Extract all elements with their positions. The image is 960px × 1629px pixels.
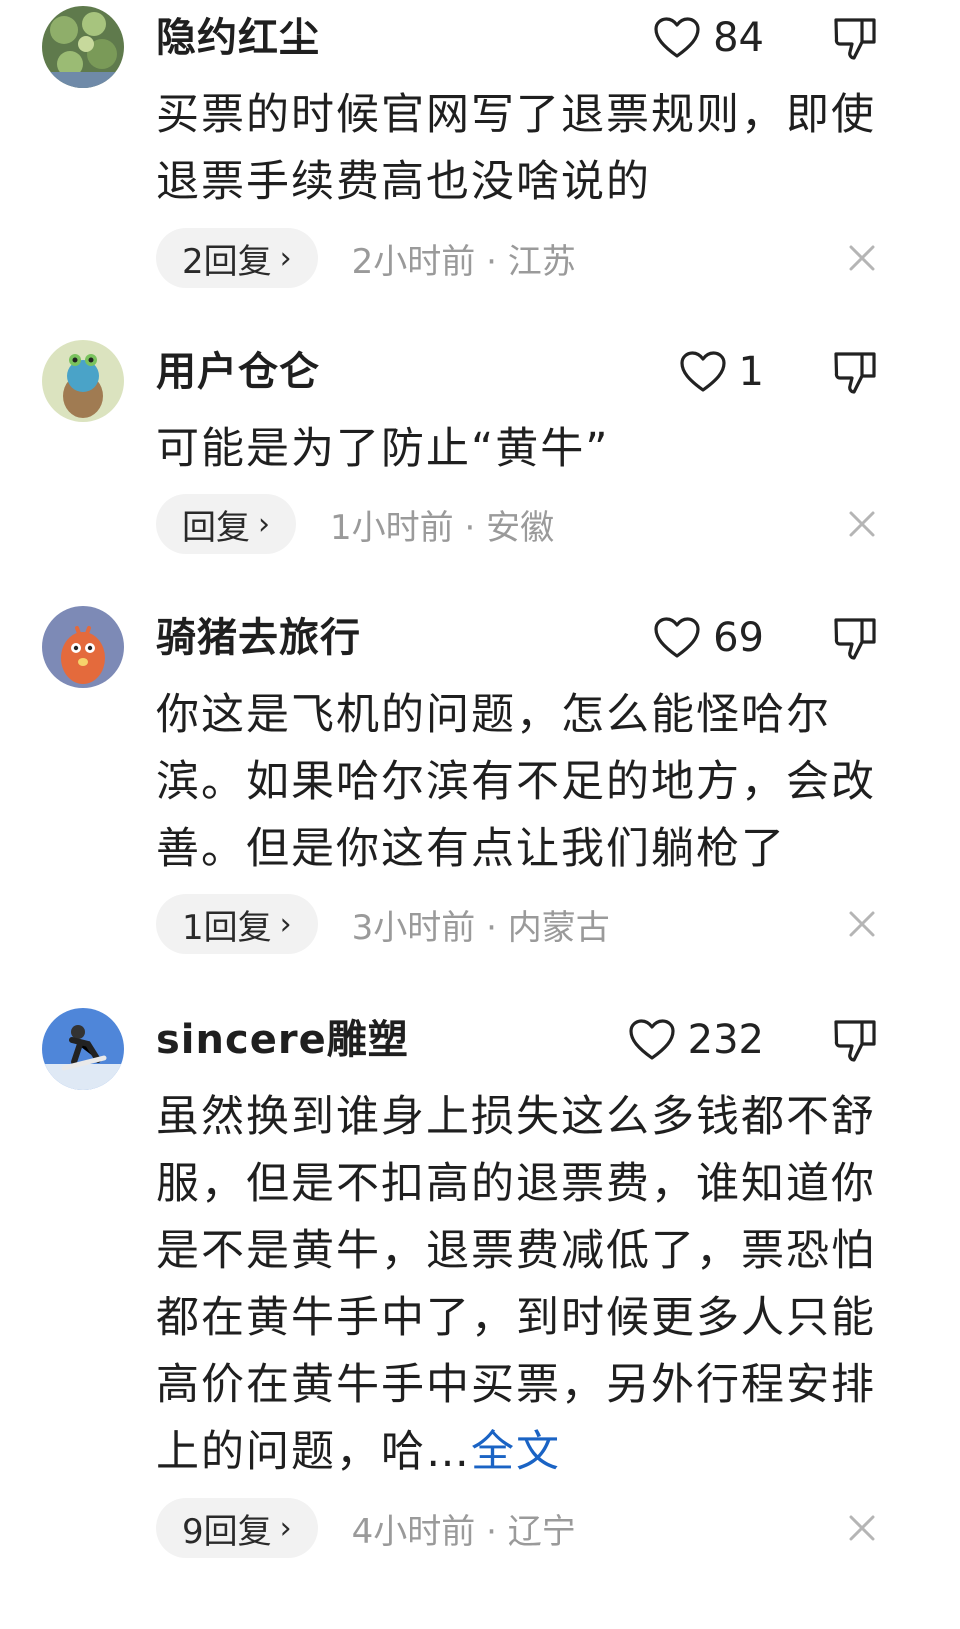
- heart-icon: [654, 17, 700, 58]
- comment-item: 骑猪去旅行 69 你这是飞机的问题，怎么能怪哈尔滨。如果哈尔滨有不足的地方，会改…: [0, 600, 960, 980]
- close-icon: [849, 911, 875, 937]
- like-count: 84: [713, 15, 764, 61]
- timestamp: 3小时前: [351, 907, 476, 948]
- location: 辽宁: [507, 1511, 576, 1552]
- reply-label: 9回复: [182, 1511, 272, 1552]
- avatar[interactable]: [42, 1008, 124, 1090]
- comment-item: 用户仓仑 1 可能是为了防止“黄牛” 回复 › 1小时前 · 安徽: [0, 334, 960, 574]
- heart-icon: [679, 351, 726, 392]
- timestamp: 1小时前: [330, 507, 454, 548]
- close-icon: [849, 511, 875, 537]
- time-location: 4小时前 · 辽宁: [352, 1504, 576, 1553]
- avatar[interactable]: [42, 606, 124, 688]
- comment-text: 买票的时候官网写了退票规则，即使退票手续费高也没啥说的: [156, 90, 876, 207]
- separator: ·: [475, 907, 508, 948]
- reply-label: 回复: [182, 507, 250, 548]
- thumbs-down-icon: [834, 618, 876, 660]
- thumbs-down-icon: [834, 352, 876, 394]
- bird-avatar-icon: [42, 606, 124, 688]
- reply-button[interactable]: 回复 ›: [156, 494, 296, 554]
- comment-text: 可能是为了防止“黄牛”: [156, 424, 610, 474]
- close-button[interactable]: [848, 1514, 876, 1542]
- dislike-button[interactable]: [832, 348, 880, 396]
- chevron-right-icon: ›: [279, 240, 292, 276]
- lily-pad-avatar-icon: [42, 6, 124, 88]
- full-text-link[interactable]: 全文: [471, 1427, 561, 1477]
- chevron-right-icon: ›: [258, 506, 270, 542]
- username[interactable]: 用户仓仑: [156, 346, 320, 398]
- like-button[interactable]: 232: [628, 1014, 764, 1066]
- comment-text-content: 虽然换到谁身上损失这么多钱都不舒服，但是不扣高的退票费，谁知道你是不是黄牛，退票…: [156, 1092, 876, 1477]
- comment-meta: 回复 › 1小时前 · 安徽: [156, 494, 554, 554]
- close-button[interactable]: [848, 510, 876, 538]
- comment-meta: 9回复 › 4小时前 · 辽宁: [156, 1498, 576, 1558]
- time-location: 1小时前 · 安徽: [330, 500, 554, 549]
- chevron-right-icon: ›: [279, 1510, 292, 1546]
- reply-button[interactable]: 9回复 ›: [156, 1498, 318, 1558]
- close-icon: [849, 245, 875, 271]
- avatar[interactable]: [42, 6, 124, 88]
- comment-meta: 2回复 › 2小时前 · 江苏: [156, 228, 576, 288]
- separator: ·: [475, 241, 508, 282]
- separator: ·: [475, 1511, 508, 1552]
- heart-icon: [629, 1019, 675, 1060]
- time-location: 2小时前 · 江苏: [352, 234, 576, 283]
- timestamp: 4小时前: [351, 1511, 476, 1552]
- like-button[interactable]: 84: [653, 12, 764, 64]
- location: 江苏: [507, 241, 576, 282]
- thumbs-down-icon: [834, 1020, 876, 1062]
- dislike-button[interactable]: [832, 614, 880, 662]
- timestamp: 2小时前: [351, 241, 476, 282]
- username[interactable]: 隐约红尘: [156, 12, 320, 64]
- username[interactable]: sincere雕塑: [156, 1014, 409, 1066]
- avatar[interactable]: [42, 340, 124, 422]
- dislike-button[interactable]: [832, 1016, 880, 1064]
- heart-icon: [654, 617, 700, 658]
- snowboarder-avatar-icon: [42, 1008, 124, 1090]
- comment-text: 虽然换到谁身上损失这么多钱都不舒服，但是不扣高的退票费，谁知道你是不是黄牛，退票…: [156, 1084, 900, 1486]
- close-button[interactable]: [848, 910, 876, 938]
- close-icon: [849, 1515, 875, 1541]
- dislike-button[interactable]: [832, 14, 880, 62]
- reply-label: 1回复: [182, 907, 272, 948]
- like-button[interactable]: 69: [653, 612, 764, 664]
- comment-meta: 1回复 › 3小时前 · 内蒙古: [156, 894, 610, 954]
- reply-label: 2回复: [182, 241, 272, 282]
- like-button[interactable]: 1: [679, 346, 764, 398]
- time-location: 3小时前 · 内蒙古: [352, 900, 610, 949]
- comment-text: 你这是飞机的问题，怎么能怪哈尔滨。如果哈尔滨有不足的地方，会改善。但是你这有点让…: [156, 690, 876, 874]
- comment-item: 隐约红尘 84 买票的时候官网写了退票规则，即使退票手续费高也没啥说的 2回复 ›…: [0, 0, 960, 300]
- like-count: 1: [738, 349, 764, 395]
- location: 内蒙古: [507, 907, 610, 948]
- username[interactable]: 骑猪去旅行: [156, 612, 361, 664]
- cartoon-avatar-icon: [42, 340, 124, 422]
- thumbs-down-icon: [834, 18, 876, 60]
- chevron-right-icon: ›: [279, 906, 292, 942]
- reply-button[interactable]: 1回复 ›: [156, 894, 318, 954]
- reply-button[interactable]: 2回复 ›: [156, 228, 318, 288]
- like-count: 232: [687, 1017, 764, 1063]
- like-count: 69: [713, 615, 764, 661]
- close-button[interactable]: [848, 244, 876, 272]
- separator: ·: [453, 507, 487, 548]
- location: 安徽: [486, 507, 555, 548]
- comment-item: sincere雕塑 232 虽然换到谁身上损失这么多钱都不舒服，但是不扣高的退票…: [0, 1002, 960, 1629]
